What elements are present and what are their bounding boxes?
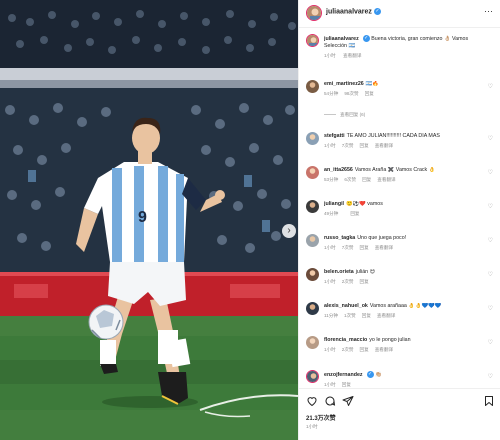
comment-list[interactable]: juliaanalvarez ✓ Buena victoria, gran com… <box>299 30 500 387</box>
heart-icon[interactable] <box>306 395 318 407</box>
comment-text: 👏🏼 <box>375 371 382 378</box>
view-replies-button[interactable]: 查看回复 (6) <box>324 112 365 118</box>
football-player-image: 9 <box>0 0 298 440</box>
comment-username[interactable]: emi_martinez26 <box>324 81 364 87</box>
post-header: juliaanalvarez ✓ ··· <box>299 0 500 28</box>
comment-text: Vamos arañaaa 👌👌💙💙💙 <box>369 303 442 309</box>
avatar[interactable] <box>306 80 319 93</box>
comment-username[interactable]: belen.orieta <box>324 269 354 275</box>
reply-button[interactable]: 回复 <box>342 382 351 387</box>
bookmark-icon[interactable] <box>483 395 495 407</box>
avatar[interactable] <box>306 166 319 179</box>
comment-username[interactable]: enzojfernandez <box>324 372 363 378</box>
comment-text: Uno que juega poco! <box>357 235 407 241</box>
avatar[interactable] <box>306 200 319 213</box>
see-translation-link[interactable]: 查看翻译 <box>343 53 361 58</box>
likes-count[interactable]: 7次赞 <box>342 143 354 148</box>
comment-text: julián 😍 <box>355 269 376 275</box>
comment-username[interactable]: juliangil <box>324 201 344 207</box>
heart-icon[interactable]: ♡ <box>488 271 493 278</box>
reply-button[interactable]: 回复 <box>362 177 371 182</box>
reply-button[interactable]: 回复 <box>360 279 369 284</box>
heart-icon[interactable]: ♡ <box>488 373 493 380</box>
timestamp: 1小时 <box>324 245 336 250</box>
timestamp: 1小时 <box>324 143 336 148</box>
avatar[interactable] <box>306 268 319 281</box>
reply-button[interactable]: 回复 <box>365 91 374 96</box>
timestamp: 1小时 <box>324 52 336 58</box>
likes-count[interactable]: 7次赞 <box>342 245 354 250</box>
comment-username[interactable]: alexis_nahuel_ok <box>324 303 368 309</box>
heart-icon[interactable]: ♡ <box>488 135 493 142</box>
likes-count[interactable]: 6次赞 <box>344 177 356 182</box>
verified-badge-icon: ✓ <box>373 8 381 15</box>
timestamp: 1小时 <box>324 279 336 284</box>
more-horizontal-icon[interactable]: ··· <box>484 6 493 16</box>
likes-count[interactable]: 98次赞 <box>344 91 358 96</box>
likes-count[interactable]: 2次赞 <box>342 347 354 352</box>
see-translation-link[interactable]: 查看翻译 <box>377 313 395 318</box>
verified-badge-icon: ✓ <box>362 35 370 42</box>
comment-icon[interactable] <box>324 395 336 407</box>
avatar[interactable] <box>306 370 319 383</box>
heart-icon[interactable]: ♡ <box>488 169 493 176</box>
comment-text: TE AMO JULIAN!!!!!!!!!! CADA DÍA MÁS <box>346 133 440 139</box>
caption-meta: 1小时 查看翻译 <box>324 53 492 59</box>
timestamp: 53分钟 <box>324 177 339 182</box>
comment-text: yo le pongo julian <box>369 337 411 343</box>
avatar[interactable] <box>306 132 319 145</box>
see-translation-link[interactable]: 查看翻译 <box>377 177 395 182</box>
jersey-number: 9 <box>138 209 147 226</box>
see-translation-link[interactable]: 查看翻译 <box>375 245 393 250</box>
reply-button[interactable]: 回复 <box>360 245 369 250</box>
instagram-post-view: 9 › juliaanalvarez ✓ ··· juliaanalvarez … <box>0 0 500 440</box>
reply-button[interactable]: 回复 <box>360 347 369 352</box>
heart-icon[interactable]: ♡ <box>488 305 493 312</box>
share-icon[interactable] <box>342 395 354 407</box>
likes-count[interactable]: 2次赞 <box>342 279 354 284</box>
timestamp: 54分钟 <box>324 91 339 96</box>
avatar[interactable] <box>306 234 319 247</box>
avatar[interactable] <box>306 336 319 349</box>
comment-username[interactable]: an_itta2656 <box>324 167 353 173</box>
post-photo[interactable]: 9 › <box>0 0 298 440</box>
see-translation-link[interactable]: 查看翻译 <box>375 143 393 148</box>
action-bar <box>299 388 500 410</box>
heart-icon[interactable]: ♡ <box>488 83 493 90</box>
likes-count[interactable]: 1次赞 <box>344 313 356 318</box>
caption-text: juliaanalvarez ✓ Buena victoria, gran com… <box>324 35 492 50</box>
post-timestamp: 1小时 <box>306 424 318 429</box>
comment-username[interactable]: stefgatti <box>324 133 345 139</box>
timestamp: 11分钟 <box>324 313 338 318</box>
comment-username[interactable]: russo_tagka <box>324 235 355 241</box>
reply-button[interactable]: 回复 <box>360 143 369 148</box>
comment-text: 🇦🇷🔥 <box>365 81 379 87</box>
likes-summary[interactable]: 21.3万次赞 <box>306 413 336 422</box>
comment-username[interactable]: florencia_maccio <box>324 337 367 343</box>
timestamp: 1小时 <box>324 347 336 352</box>
avatar[interactable] <box>306 5 322 21</box>
post-sidebar: juliaanalvarez ✓ ··· juliaanalvarez ✓ Buen… <box>298 0 500 440</box>
avatar[interactable] <box>306 34 319 47</box>
chevron-right-icon[interactable]: › <box>282 224 296 238</box>
reply-button[interactable]: 回复 <box>350 211 359 216</box>
heart-icon[interactable]: ♡ <box>488 203 493 210</box>
heart-icon[interactable]: ♡ <box>488 237 493 244</box>
see-translation-link[interactable]: 查看翻译 <box>375 347 393 352</box>
post-username[interactable]: juliaanalvarez ✓ <box>326 8 381 15</box>
heart-icon[interactable]: ♡ <box>488 339 493 346</box>
timestamp: 1小时 <box>324 381 336 387</box>
timestamp: 49分钟 <box>324 211 339 216</box>
caption-username[interactable]: juliaanalvarez <box>324 36 359 42</box>
reply-button[interactable]: 回复 <box>362 313 371 318</box>
comment-text: Vamos Araña ✖️ Vamos Crack 👌 <box>354 167 436 173</box>
verified-badge-icon: ✓ <box>366 371 374 378</box>
comment-text: 🙂⚽❤️ vamos <box>346 201 383 207</box>
avatar[interactable] <box>306 302 319 315</box>
